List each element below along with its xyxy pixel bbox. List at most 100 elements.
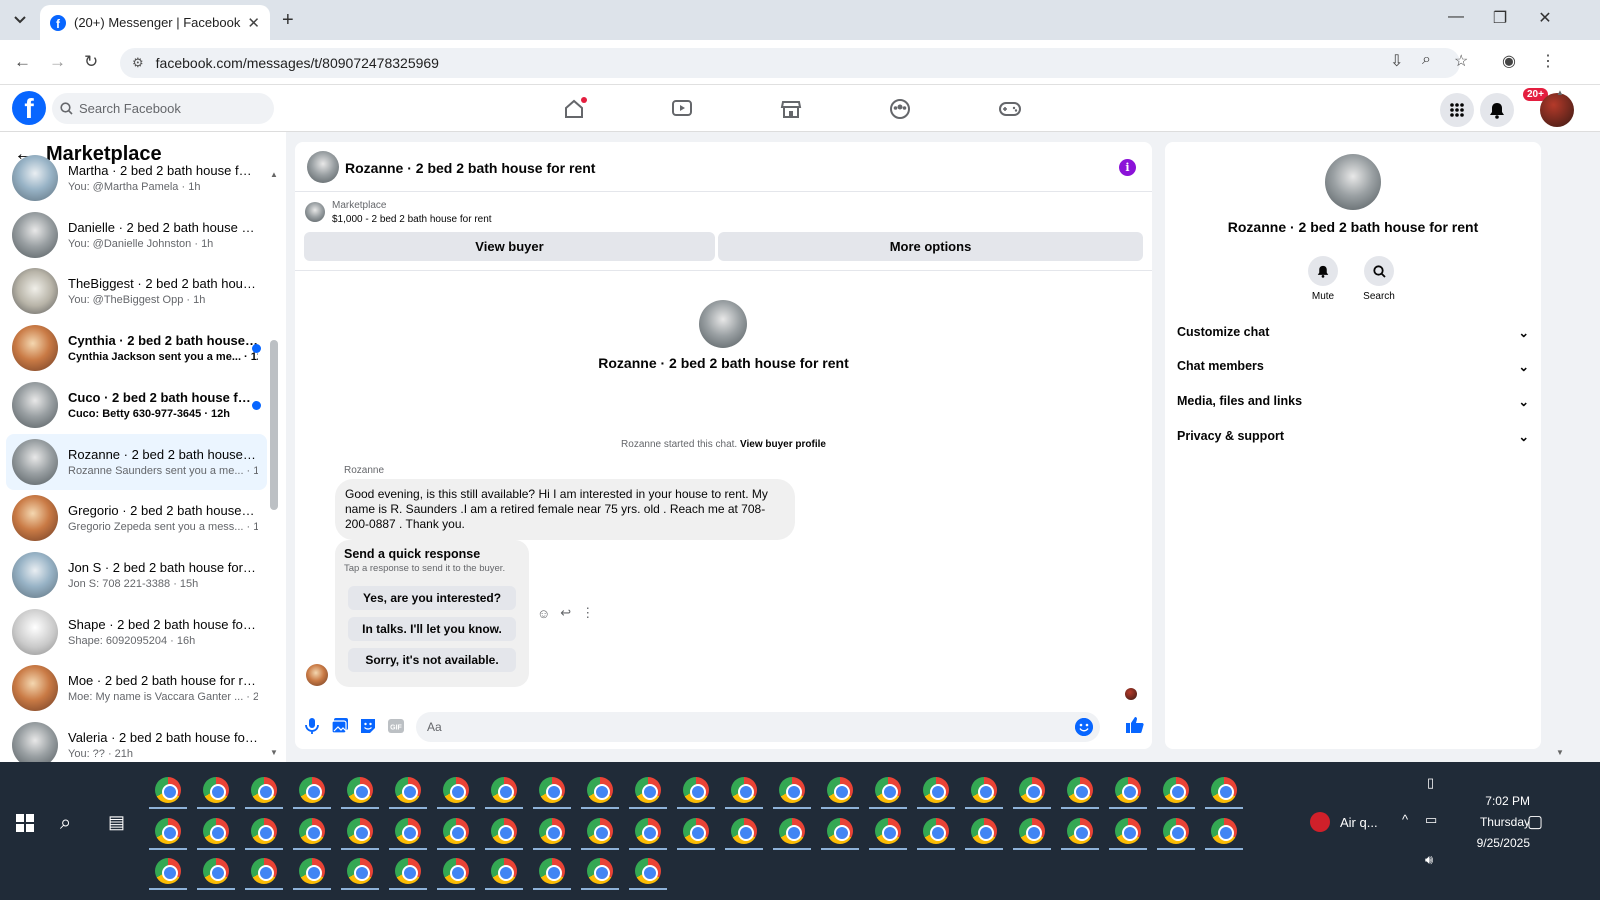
chrome-app-icon[interactable] [491,858,517,884]
conversation-item[interactable]: Shape · 2 bed 2 bath house for ... Shape:… [6,604,267,660]
chrome-app-icon[interactable] [443,858,469,884]
page-scroll-up-icon[interactable]: ▲ [1556,88,1564,97]
chrome-app-icon[interactable] [155,858,181,884]
chrome-app-icon[interactable] [1115,777,1141,803]
browser-menu-icon[interactable]: ⋮ [1540,51,1556,71]
quick-response-yes[interactable]: Yes, are you interested? [348,586,516,610]
taskbar-search-icon[interactable]: ⌕ [60,812,71,835]
like-thumb-icon[interactable] [1125,715,1145,735]
new-tab-icon[interactable]: + [282,9,294,32]
media-files-links-row[interactable]: Media, files and links ⌄ [1177,388,1529,414]
chrome-app-icon[interactable] [395,858,421,884]
conversation-item[interactable]: Rozanne · 2 bed 2 bath house f... Rozanne… [6,433,267,490]
chrome-app-icon[interactable] [1019,777,1045,803]
quick-response-in-talks[interactable]: In talks. I'll let you know. [348,617,516,641]
facebook-logo-icon[interactable]: f [12,91,46,125]
gif-icon[interactable]: GIF [387,717,405,735]
chrome-app-icon[interactable] [587,858,613,884]
chrome-app-icon[interactable] [251,858,277,884]
view-buyer-profile-link[interactable]: View buyer profile [740,439,826,450]
marketplace-icon[interactable] [777,97,805,121]
clock-time[interactable]: 7:02 PM [1440,794,1530,808]
air-quality-icon[interactable] [1310,812,1330,832]
sender-avatar[interactable] [306,664,328,686]
conversation-item[interactable]: Cuco · 2 bed 2 bath house for ... Cuco: B… [6,377,267,433]
chrome-app-icon[interactable] [1163,818,1189,844]
chrome-app-icon[interactable] [443,777,469,803]
facebook-search-input[interactable]: Search Facebook [52,93,274,124]
chrome-app-icon[interactable] [683,818,709,844]
chrome-app-icon[interactable] [251,777,277,803]
more-icon[interactable]: ⋮ [581,605,594,621]
info-avatar[interactable] [1325,154,1381,210]
chrome-app-icon[interactable] [971,818,997,844]
chat-members-row[interactable]: Chat members ⌄ [1177,353,1529,379]
chrome-app-icon[interactable] [875,777,901,803]
chrome-app-icon[interactable] [635,858,661,884]
browser-tab[interactable]: f (20+) Messenger | Facebook ✕ [40,5,270,40]
site-info-icon[interactable]: ⚙ [132,55,144,71]
scroll-up-icon[interactable]: ▲ [270,170,278,179]
chrome-app-icon[interactable] [1163,777,1189,803]
chrome-app-icon[interactable] [347,858,373,884]
sidebar-scrollbar[interactable] [270,340,278,510]
chrome-app-icon[interactable] [635,818,661,844]
tray-chevron-icon[interactable]: ^ [1402,812,1408,827]
clock-date[interactable]: 9/25/2025 [1440,836,1530,850]
info-icon[interactable]: i [1119,159,1136,176]
chrome-app-icon[interactable] [491,777,517,803]
install-icon[interactable]: ⇩ [1390,51,1403,71]
chrome-app-icon[interactable] [971,777,997,803]
buyer-avatar-large[interactable] [699,300,747,348]
chrome-app-icon[interactable] [395,818,421,844]
sticker-icon[interactable] [359,717,377,735]
conversation-item[interactable]: Jon S · 2 bed 2 bath house for r... Jon S… [6,547,267,603]
chrome-app-icon[interactable] [779,777,805,803]
chrome-app-icon[interactable] [587,777,613,803]
more-options-button[interactable]: More options [718,232,1143,261]
chrome-app-icon[interactable] [203,858,229,884]
chat-avatar[interactable] [307,151,339,183]
view-buyer-button[interactable]: View buyer [304,232,715,261]
page-scroll-down-icon[interactable]: ▼ [1556,748,1564,757]
message-input[interactable]: Aa [416,712,1100,742]
gaming-icon[interactable] [996,97,1024,121]
url-bar[interactable]: ⚙ facebook.com/messages/t/80907247832596… [120,48,1460,78]
chrome-app-icon[interactable] [683,777,709,803]
chrome-app-icon[interactable] [299,777,325,803]
chrome-app-icon[interactable] [1211,777,1237,803]
chrome-app-icon[interactable] [539,818,565,844]
chrome-app-icon[interactable] [155,777,181,803]
privacy-support-row[interactable]: Privacy & support ⌄ [1177,423,1529,449]
conversation-item[interactable]: Martha · 2 bed 2 bath house for... You: @… [6,150,267,206]
chrome-app-icon[interactable] [347,777,373,803]
notifications-bell-icon[interactable] [1480,93,1514,127]
profile-icon[interactable]: ◉ [1502,51,1516,71]
menu-grid-icon[interactable] [1440,93,1474,127]
zoom-icon[interactable]: ⌕ [1422,51,1431,69]
chrome-app-icon[interactable] [827,818,853,844]
quick-response-not-available[interactable]: Sorry, it's not available. [348,648,516,672]
chrome-app-icon[interactable] [1067,818,1093,844]
chrome-app-icon[interactable] [587,818,613,844]
tab-search-icon[interactable] [8,8,32,32]
chrome-app-icon[interactable] [1019,818,1045,844]
task-view-icon[interactable]: ▤ [108,812,125,833]
chrome-app-icon[interactable] [1211,818,1237,844]
bookmark-star-icon[interactable]: ☆ [1454,51,1468,71]
conversation-item[interactable]: Danielle · 2 bed 2 bath house fo... You: … [6,207,267,263]
chrome-app-icon[interactable] [395,777,421,803]
restore-icon[interactable]: ❐ [1490,8,1510,28]
volume-icon[interactable]: 🔊︎ [1425,852,1433,868]
windows-start-icon[interactable] [16,814,34,832]
search-conversation-button[interactable]: Search [1354,256,1404,302]
mute-button[interactable]: Mute [1298,256,1348,302]
conversation-item[interactable]: Gregorio · 2 bed 2 bath house f... Gregor… [6,490,267,546]
chrome-app-icon[interactable] [203,818,229,844]
react-icon[interactable]: ☺ [537,606,550,621]
chrome-app-icon[interactable] [635,777,661,803]
chrome-app-icon[interactable] [731,818,757,844]
chrome-app-icon[interactable] [923,818,949,844]
chrome-app-icon[interactable] [203,777,229,803]
chrome-app-icon[interactable] [875,818,901,844]
